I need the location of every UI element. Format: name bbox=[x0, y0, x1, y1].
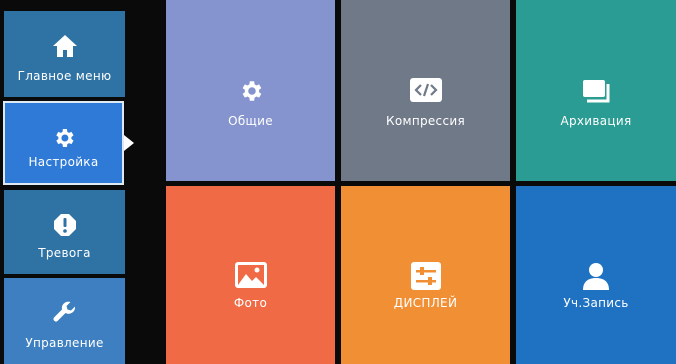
tile-compression[interactable]: Компрессия bbox=[341, 0, 510, 181]
sidebar-item-label: Настройка bbox=[28, 155, 99, 169]
tile-archive[interactable]: Архивация bbox=[516, 0, 676, 181]
sidebar-item-alarm[interactable]: Тревога bbox=[4, 190, 125, 274]
home-icon bbox=[52, 31, 78, 61]
sidebar-item-label: Управление bbox=[25, 336, 104, 350]
tile-label: Фото bbox=[233, 296, 268, 310]
image-icon bbox=[166, 262, 335, 288]
gear-icon bbox=[52, 123, 76, 153]
sidebar-item-management[interactable]: Управление bbox=[4, 278, 125, 364]
tile-label: Архивация bbox=[560, 114, 632, 128]
sidebar-item-label: Тревога bbox=[38, 246, 91, 260]
tile-display[interactable]: ДИСПЛЕЙ bbox=[341, 186, 510, 364]
alert-icon bbox=[53, 210, 77, 240]
tile-label: Общие bbox=[228, 114, 273, 128]
sidebar: Главное меню Настройка Тревога Управлени… bbox=[0, 0, 130, 364]
wrench-icon bbox=[52, 298, 78, 328]
tile-label: ДИСПЛЕЙ bbox=[393, 296, 458, 310]
gear-icon bbox=[166, 78, 335, 104]
tile-label: Компрессия bbox=[386, 114, 465, 128]
sidebar-item-label: Главное меню bbox=[17, 69, 112, 83]
archive-icon bbox=[516, 78, 676, 104]
selection-pointer bbox=[124, 135, 134, 151]
code-icon bbox=[341, 78, 510, 102]
sliders-icon bbox=[341, 262, 510, 290]
tile-label: Уч.Запись bbox=[563, 296, 629, 310]
tile-account[interactable]: Уч.Запись bbox=[516, 186, 676, 364]
sidebar-item-main-menu[interactable]: Главное меню bbox=[4, 11, 125, 97]
user-icon bbox=[516, 262, 676, 290]
tile-general[interactable]: Общие bbox=[166, 0, 335, 181]
sidebar-item-settings[interactable]: Настройка bbox=[3, 101, 124, 185]
tile-photo[interactable]: Фото bbox=[166, 186, 335, 364]
